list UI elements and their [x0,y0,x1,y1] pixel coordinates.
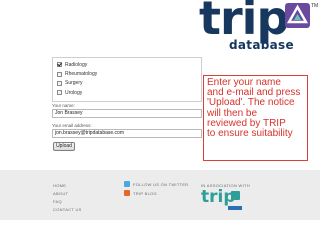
instruction-callout: Enter your name and e-mail and press 'Up… [203,75,308,161]
upload-button[interactable]: Upload [53,142,75,151]
blog-icon [124,190,130,196]
logo-badge-icon [285,3,310,28]
specialty-option-rheumatology[interactable]: Rheumatology [57,69,198,78]
checkbox[interactable] [57,90,62,96]
specialty-checklist[interactable]: Radiology Rheumatology Surgery Urology [52,57,202,102]
blog-link-label: TRIP BLOG [133,190,157,196]
blog-link[interactable]: TRIP BLOG [124,190,157,196]
specialty-label: Radiology [65,61,88,68]
email-field[interactable]: jon.brassey@tripdatabase.com [52,129,202,138]
page-footer [0,170,320,220]
checkbox[interactable] [57,80,62,86]
specialty-label: Rheumatology [65,71,98,78]
checkbox[interactable] [57,71,62,77]
note-line: to ensure suitability [207,128,293,140]
partner-bar-icon [228,206,242,210]
specialty-label: Surgery [65,80,83,87]
footer-link-about[interactable]: ABOUT [53,191,68,196]
twitter-link-label: FOLLOW US ON TWITTER [133,181,189,187]
footer-link-home[interactable]: HOME [53,183,66,188]
specialty-option-surgery[interactable]: Surgery [57,79,198,88]
partner-logo[interactable]: trip [201,187,242,213]
name-field[interactable]: Jon Brassey [52,109,202,118]
specialty-option-urology[interactable]: Urology [57,88,198,97]
trip-database-logo[interactable]: trip TM database [199,0,320,54]
checkbox-checked[interactable] [57,62,62,68]
specialty-option-radiology[interactable]: Radiology [57,60,198,69]
twitter-link[interactable]: FOLLOW US ON TWITTER [124,181,188,187]
twitter-icon [124,181,130,187]
trademark-mark: TM [311,3,319,9]
logo-subtitle: database [229,38,294,52]
name-label: Your name: [52,103,75,108]
email-label: Your email address: [52,123,92,128]
footer-link-contact[interactable]: CONTACT US [53,207,82,212]
partner-badge-icon [231,191,240,200]
specialty-label: Urology [65,89,83,96]
footer-link-faq[interactable]: FAQ [53,199,62,204]
